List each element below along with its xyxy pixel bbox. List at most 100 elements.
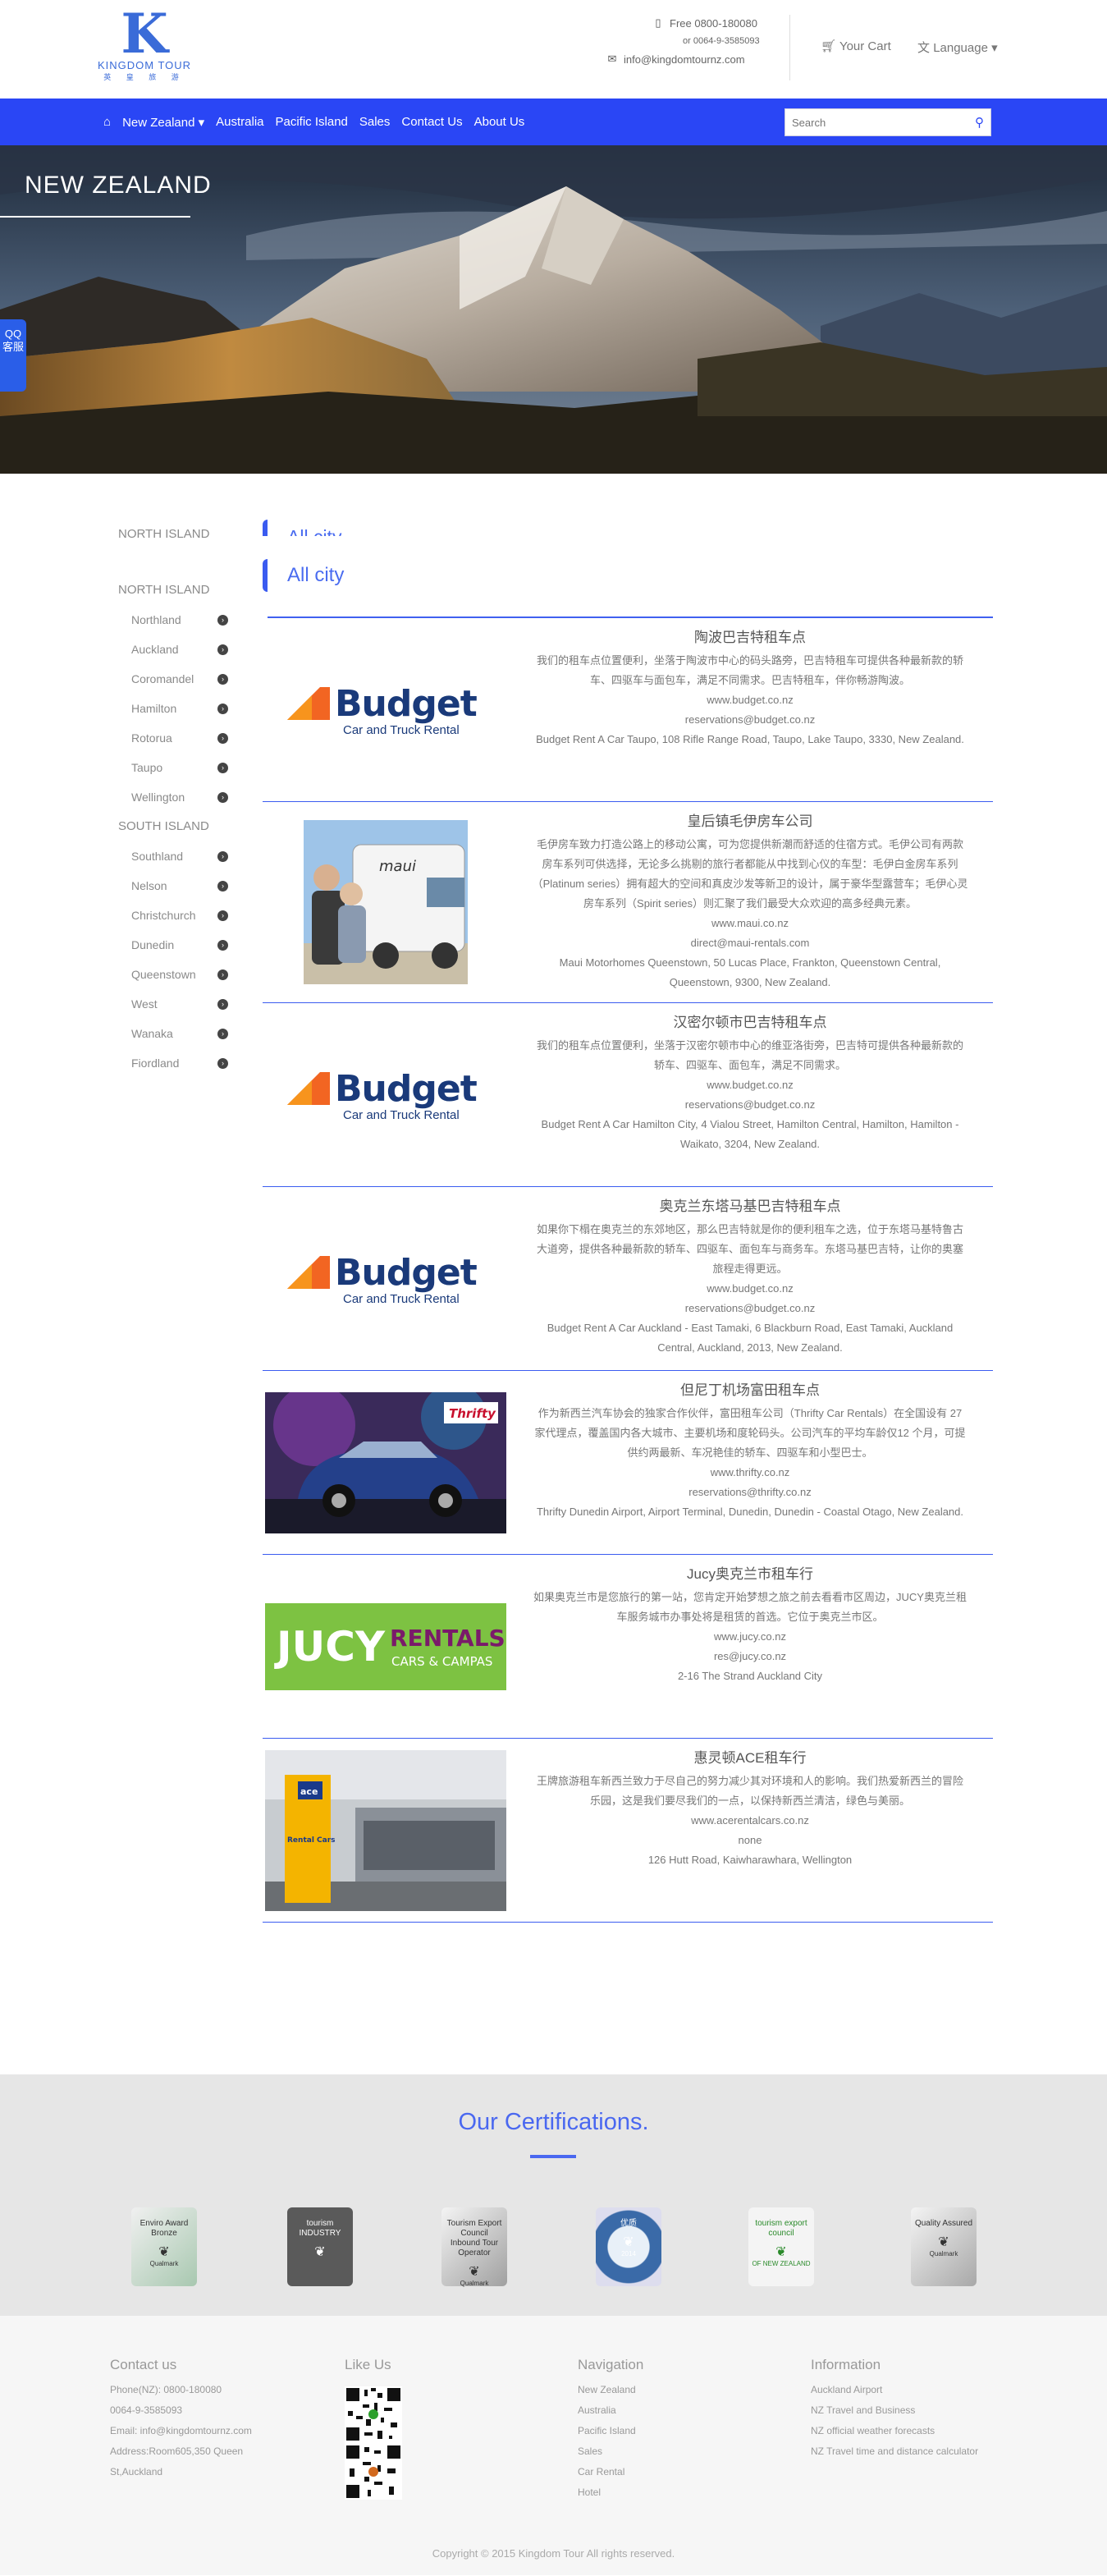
sidebar-item-label: Coromandel: [131, 672, 194, 685]
sidebar-item[interactable]: Nelson ›: [118, 871, 228, 901]
email-link[interactable]: info@kingdomtournz.com: [624, 53, 745, 66]
sidebar-item[interactable]: Rotorua ›: [118, 723, 228, 753]
listing-text: 陶波巴吉特租车点 我们的租车点位置便利，坐落于陶波市中心的码头路旁，巴吉特租车可提…: [509, 628, 993, 791]
footer-nav-link[interactable]: New Zealand: [578, 2380, 643, 2400]
sidebar-item[interactable]: Southland ›: [118, 841, 228, 871]
sidebar-heading-south[interactable]: SOUTH ISLAND: [118, 812, 228, 841]
listing-email[interactable]: reservations@budget.co.nz: [532, 710, 968, 730]
certification-badge: Enviro Award Bronze ❦ Qualmark: [131, 2207, 197, 2286]
thrifty-wordmark: Thrifty: [449, 1406, 496, 1421]
footer-info-link[interactable]: NZ official weather forecasts: [811, 2421, 978, 2441]
sidebar-item[interactable]: West ›: [118, 989, 228, 1019]
sidebar-item[interactable]: Wanaka ›: [118, 1019, 228, 1048]
listing-website[interactable]: www.acerentalcars.co.nz: [532, 1811, 968, 1831]
section-title-ghost: All city: [287, 526, 341, 536]
logo-sub: 英 皇 旅 游: [103, 73, 185, 81]
sidebar-item[interactable]: Christchurch ›: [118, 901, 228, 930]
ace-rental-office-photo: ace Rental Cars: [265, 1749, 506, 1911]
sidebar-item[interactable]: Auckland ›: [118, 635, 228, 664]
listing-image[interactable]: ace Rental Cars: [263, 1749, 509, 1912]
footer-like-title: Like Us: [345, 2357, 391, 2372]
listing-name[interactable]: 陶波巴吉特租车点: [532, 628, 968, 648]
search-icon[interactable]: ⚲: [975, 115, 984, 130]
listing-website[interactable]: www.budget.co.nz: [532, 690, 968, 710]
sidebar-item[interactable]: Taupo ›: [118, 753, 228, 782]
cart-label: Your Cart: [839, 39, 891, 53]
chevron-right-icon: ›: [217, 880, 228, 892]
nav-contact-us[interactable]: Contact Us: [401, 115, 462, 129]
sidebar-item[interactable]: Queenstown ›: [118, 960, 228, 989]
sidebar-item[interactable]: Wellington ›: [118, 782, 228, 812]
rental-listing-card[interactable]: Budget Car and Truck Rental 陶波巴吉特租车点 我们的租车点…: [263, 618, 993, 802]
listing-image[interactable]: Budget Car and Truck Rental: [263, 1013, 509, 1176]
footer-nav-link[interactable]: Hotel: [578, 2482, 643, 2503]
rental-listing-card[interactable]: ace Rental Cars 惠灵顿ACE租车行 王牌旅游租车新西兰致力于尽自己的努…: [263, 1739, 993, 1923]
nav-australia[interactable]: Australia: [216, 115, 263, 129]
listing-image[interactable]: JUCY RENTALS CARS & CAMPAS: [263, 1565, 509, 1728]
rental-listing-card[interactable]: maui 皇后镇毛伊房车公司 毛伊房车致力打造公路上的移动公寓，可为您提供新潮而舒适…: [263, 802, 993, 1003]
listing-name[interactable]: Jucy奥克兰市租车行: [532, 1565, 968, 1584]
rental-listing-card[interactable]: JUCY RENTALS CARS & CAMPAS Jucy奥克兰市租车行 如果奥克兰…: [263, 1555, 993, 1739]
sidebar-item[interactable]: Fiordland ›: [118, 1048, 228, 1078]
listing-email[interactable]: res@jucy.co.nz: [532, 1647, 968, 1666]
footer-nav-link[interactable]: Sales: [578, 2441, 643, 2462]
listing-website[interactable]: www.maui.co.nz: [532, 914, 968, 933]
sidebar-heading-north[interactable]: NORTH ISLAND: [118, 575, 228, 605]
copyright: Copyright © 2015 Kingdom Tour All rights…: [432, 2547, 675, 2560]
footer-nav-link[interactable]: Car Rental: [578, 2462, 643, 2482]
footer-nav-link[interactable]: Pacific Island: [578, 2421, 643, 2441]
rental-listing-card[interactable]: Budget Car and Truck Rental 奥克兰东塔马基巴吉特租车点如…: [263, 1187, 993, 1371]
home-icon[interactable]: ⌂: [103, 115, 111, 129]
listing-image[interactable]: maui: [263, 812, 509, 992]
listing-email[interactable]: reservations@thrifty.co.nz: [532, 1483, 968, 1502]
section-title: All city: [287, 564, 345, 586]
sidebar-item[interactable]: Dunedin ›: [118, 930, 228, 960]
cart-link[interactable]: 🛒︎ Your Cart: [821, 39, 891, 53]
listing-website[interactable]: www.budget.co.nz: [532, 1279, 968, 1299]
fern-icon: ❦: [158, 2245, 170, 2259]
rental-listings: Budget Car and Truck Rental 陶波巴吉特租车点 我们的租车点…: [263, 618, 993, 1923]
listing-email[interactable]: direct@maui-rentals.com: [532, 933, 968, 953]
rental-listing-card[interactable]: Budget Car and Truck Rental 汉密尔顿市巴吉特租车点 我们的…: [263, 1003, 993, 1187]
footer-info-link[interactable]: NZ Travel and Business: [811, 2400, 978, 2421]
listing-website[interactable]: www.budget.co.nz: [532, 1075, 968, 1095]
sidebar-item[interactable]: Coromandel ›: [118, 664, 228, 694]
listing-name[interactable]: 惠灵顿ACE租车行: [532, 1749, 968, 1768]
fern-icon: ❦: [314, 2245, 326, 2259]
listing-website[interactable]: www.thrifty.co.nz: [532, 1463, 968, 1483]
listing-address: Budget Rent A Car Taupo, 108 Rifle Range…: [536, 733, 964, 745]
nav-new-zealand[interactable]: New Zealand ▾: [122, 115, 204, 130]
sidebar-item-label: Southland: [131, 850, 184, 863]
certifications-section: Our Certifications. Enviro Award Bronze ❦…: [0, 2074, 1107, 2316]
sidebar-heading-north-top[interactable]: NORTH ISLAND: [118, 520, 228, 549]
language-dropdown[interactable]: 文 Language ▾: [917, 39, 998, 56]
nav-pacific-island[interactable]: Pacific Island: [276, 115, 348, 129]
nav-sales[interactable]: Sales: [359, 115, 391, 129]
listing-email[interactable]: reservations@budget.co.nz: [532, 1095, 968, 1115]
listing-email[interactable]: none: [532, 1831, 968, 1850]
listing-image[interactable]: Budget Car and Truck Rental: [263, 1197, 509, 1360]
budget-tagline: Car and Truck Rental: [343, 722, 460, 737]
listing-image[interactable]: Budget Car and Truck Rental: [263, 628, 509, 791]
listing-name[interactable]: 奥克兰东塔马基巴吉特租车点: [532, 1197, 968, 1217]
jucy-wordmark: JUCY: [274, 1623, 386, 1671]
fern-icon: ❦: [775, 2245, 787, 2259]
maui-campervan-photo: maui: [304, 820, 468, 984]
listing-image[interactable]: Thrifty: [263, 1381, 509, 1544]
listing-website[interactable]: www.jucy.co.nz: [532, 1627, 968, 1647]
logo[interactable]: K KINGDOM TOUR 英 皇 旅 游: [87, 7, 202, 82]
listing-name[interactable]: 但尼丁机场富田租车点: [532, 1381, 968, 1400]
search-input[interactable]: [785, 109, 958, 135]
sidebar-item[interactable]: Hamilton ›: [118, 694, 228, 723]
footer-nav-link[interactable]: Australia: [578, 2400, 643, 2421]
listing-name[interactable]: 皇后镇毛伊房车公司: [532, 812, 968, 832]
qq-service-tab[interactable]: QQ客服: [0, 319, 26, 392]
rental-listing-card[interactable]: Thrifty 但尼丁机场富田租车点 作为新西兰汽车协会的独家合作伙伴，富田租车公司…: [263, 1371, 993, 1555]
badge-foot: 2014: [621, 2250, 636, 2257]
nav-about-us[interactable]: About Us: [474, 115, 525, 129]
footer-info-link[interactable]: NZ Travel time and distance calculator: [811, 2441, 978, 2462]
sidebar-item[interactable]: Northland ›: [118, 605, 228, 635]
footer-info-link[interactable]: Auckland Airport: [811, 2380, 978, 2400]
listing-email[interactable]: reservations@budget.co.nz: [532, 1299, 968, 1318]
listing-name[interactable]: 汉密尔顿市巴吉特租车点: [532, 1013, 968, 1033]
